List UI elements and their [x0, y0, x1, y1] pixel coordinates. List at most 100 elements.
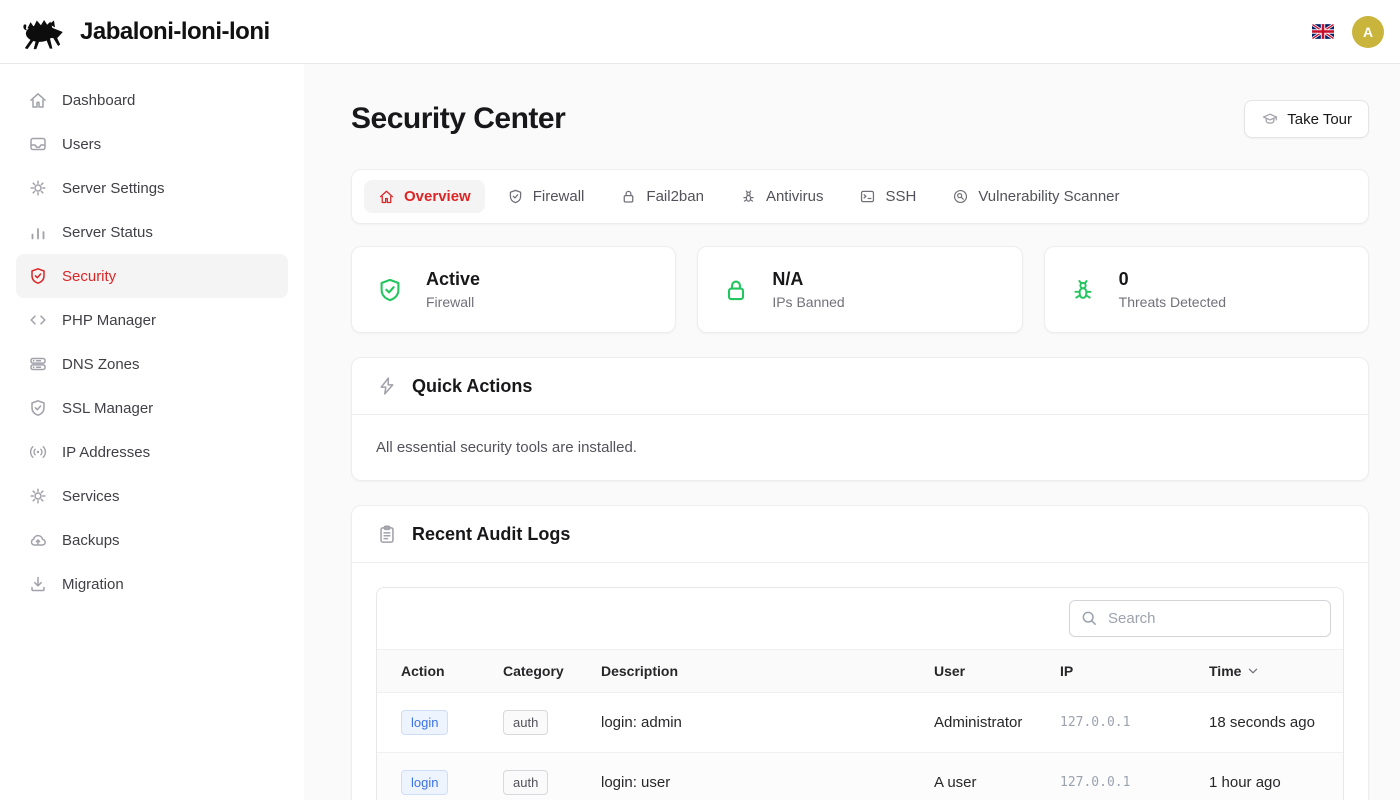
user-avatar[interactable]: A [1352, 16, 1384, 48]
bar-chart-icon [28, 222, 48, 242]
quick-actions-card: Quick Actions All essential security too… [351, 357, 1369, 481]
audit-table-container: Action Category Description User IP Time [376, 587, 1344, 800]
sidebar-item-label: Users [62, 136, 101, 153]
column-header-action[interactable]: Action [377, 650, 487, 693]
search-icon [1080, 609, 1099, 628]
sidebar: Dashboard Users Server Settings Server S… [0, 64, 304, 800]
stat-label: Threats Detected [1119, 294, 1226, 310]
broadcast-icon [28, 442, 48, 462]
tab-label: SSH [885, 188, 916, 205]
main-content: Security Center Take Tour Overview Firew… [304, 64, 1400, 800]
sidebar-item-label: SSL Manager [62, 400, 153, 417]
cloud-upload-icon [28, 530, 48, 550]
tab-vulnerability-scanner[interactable]: Vulnerability Scanner [938, 180, 1133, 213]
column-header-description[interactable]: Description [585, 650, 918, 693]
user-cell: Administrator [918, 693, 1044, 753]
lock-icon [722, 276, 750, 304]
tab-label: Antivirus [766, 188, 824, 205]
bug-icon [740, 188, 757, 205]
column-header-user[interactable]: User [918, 650, 1044, 693]
sidebar-item-ip-addresses[interactable]: IP Addresses [16, 430, 288, 474]
code-icon [28, 310, 48, 330]
sidebar-item-label: Server Status [62, 224, 153, 241]
action-badge[interactable]: login [401, 770, 448, 795]
tab-firewall[interactable]: Firewall [493, 180, 599, 213]
quick-actions-title: Quick Actions [412, 376, 532, 397]
sidebar-item-label: Security [62, 268, 116, 285]
sidebar-item-ssl-manager[interactable]: SSL Manager [16, 386, 288, 430]
action-badge[interactable]: login [401, 710, 448, 735]
tab-label: Vulnerability Scanner [978, 188, 1119, 205]
sidebar-item-label: Services [62, 488, 120, 505]
tab-overview[interactable]: Overview [364, 180, 485, 213]
page-title: Security Center [351, 102, 565, 136]
tab-ssh[interactable]: SSH [845, 180, 930, 213]
app-title: Jabaloni-loni-loni [80, 18, 270, 46]
graduation-cap-icon [1261, 110, 1279, 128]
tab-fail2ban[interactable]: Fail2ban [606, 180, 718, 213]
table-row[interactable]: login auth login: user A user 127.0.0.1 … [377, 753, 1343, 800]
lightning-bolt-icon [376, 375, 398, 397]
terminal-icon [859, 188, 876, 205]
download-icon [28, 574, 48, 594]
ip-cell: 127.0.0.1 [1044, 693, 1193, 753]
search-circle-icon [952, 188, 969, 205]
sidebar-item-server-settings[interactable]: Server Settings [16, 166, 288, 210]
gear-icon [28, 486, 48, 506]
sidebar-item-label: IP Addresses [62, 444, 150, 461]
home-icon [378, 188, 395, 205]
ip-cell: 127.0.0.1 [1044, 753, 1193, 800]
shield-check-icon [376, 276, 404, 304]
stat-value: 0 [1119, 269, 1226, 290]
security-tabs: Overview Firewall Fail2ban Antivirus SSH… [351, 169, 1369, 224]
category-badge: auth [503, 770, 548, 795]
tab-label: Overview [404, 188, 471, 205]
sidebar-item-dashboard[interactable]: Dashboard [16, 78, 288, 122]
audit-logs-title: Recent Audit Logs [412, 524, 570, 545]
shield-check-icon [28, 398, 48, 418]
sidebar-item-label: Server Settings [62, 180, 165, 197]
sidebar-item-label: Backups [62, 532, 120, 549]
bug-icon [1069, 276, 1097, 304]
sidebar-item-label: DNS Zones [62, 356, 140, 373]
time-cell: 18 seconds ago [1193, 693, 1343, 753]
sidebar-item-users[interactable]: Users [16, 122, 288, 166]
sidebar-item-php-manager[interactable]: PHP Manager [16, 298, 288, 342]
tab-antivirus[interactable]: Antivirus [726, 180, 838, 213]
search-input[interactable] [1069, 600, 1331, 637]
lock-icon [620, 188, 637, 205]
sidebar-item-migration[interactable]: Migration [16, 562, 288, 606]
chevron-down-icon [1247, 665, 1259, 677]
tab-label: Fail2ban [646, 188, 704, 205]
sidebar-item-dns-zones[interactable]: DNS Zones [16, 342, 288, 386]
table-row[interactable]: login auth login: admin Administrator 12… [377, 693, 1343, 753]
stat-card-firewall: Active Firewall [351, 246, 676, 333]
column-header-time[interactable]: Time [1193, 650, 1343, 693]
column-header-ip[interactable]: IP [1044, 650, 1193, 693]
server-icon [28, 354, 48, 374]
sidebar-item-security[interactable]: Security [16, 254, 288, 298]
time-cell: 1 hour ago [1193, 753, 1343, 800]
sidebar-item-label: Dashboard [62, 92, 135, 109]
shield-check-icon [28, 266, 48, 286]
quick-actions-message: All essential security tools are install… [376, 439, 1344, 456]
uk-flag-language-icon[interactable] [1312, 24, 1334, 39]
audit-logs-card: Recent Audit Logs [351, 505, 1369, 800]
column-header-time-label: Time [1209, 663, 1241, 679]
sidebar-item-backups[interactable]: Backups [16, 518, 288, 562]
take-tour-button[interactable]: Take Tour [1244, 100, 1369, 138]
sidebar-item-services[interactable]: Services [16, 474, 288, 518]
description-cell: login: admin [585, 693, 918, 753]
column-header-category[interactable]: Category [487, 650, 585, 693]
audit-table: Action Category Description User IP Time [377, 649, 1343, 800]
topbar: Jabaloni-loni-loni A [0, 0, 1400, 64]
stat-value: N/A [772, 269, 844, 290]
brand[interactable]: Jabaloni-loni-loni [16, 13, 270, 51]
category-badge: auth [503, 710, 548, 735]
tab-label: Firewall [533, 188, 585, 205]
sidebar-item-server-status[interactable]: Server Status [16, 210, 288, 254]
stat-card-ips-banned: N/A IPs Banned [697, 246, 1022, 333]
clipboard-icon [376, 523, 398, 545]
description-cell: login: user [585, 753, 918, 800]
stat-card-threats: 0 Threats Detected [1044, 246, 1369, 333]
